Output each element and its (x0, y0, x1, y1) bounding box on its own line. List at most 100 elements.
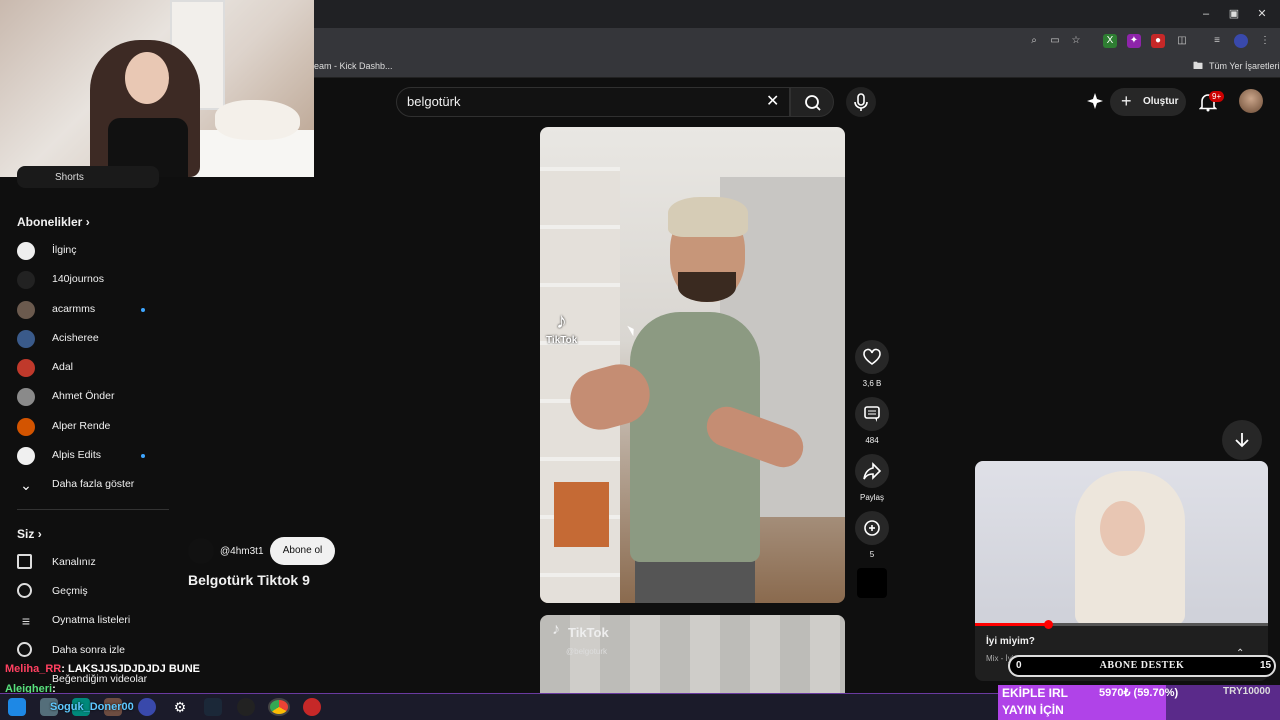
share-label: Paylaş (859, 493, 884, 502)
channel-avatar (17, 418, 35, 436)
sidebar-subscription-acarmms[interactable]: acarmms (17, 297, 167, 323)
account-avatar[interactable] (1239, 89, 1263, 113)
sidebar-subscription-adal[interactable]: Adal (17, 355, 167, 381)
sidebar-subscription-alper-rende[interactable]: Alper Rende (17, 414, 167, 440)
remix-button[interactable] (855, 511, 889, 545)
new-content-dot (141, 308, 145, 312)
share-button[interactable] (855, 454, 889, 488)
sound-thumbnail[interactable] (857, 568, 887, 598)
bookmark-star-icon[interactable]: ☆ (1069, 34, 1083, 48)
subscribe-button[interactable]: Abone ol (270, 537, 335, 565)
search-button[interactable] (790, 87, 834, 117)
sidebar-subscription-ilginc[interactable]: İlginç (17, 238, 167, 264)
search-icon (805, 95, 821, 111)
zoom-icon[interactable]: ⌕ (1027, 34, 1041, 48)
taskbar-app-icon[interactable] (303, 698, 321, 716)
arrow-down-icon (1235, 433, 1249, 448)
chevron-up-icon[interactable]: ⌃ (1236, 648, 1244, 659)
remix-icon (864, 520, 880, 536)
browser-menu-icon[interactable]: ⋮ (1258, 34, 1272, 48)
playlists-icon: ≡ (21, 613, 31, 629)
subscriptions-heading[interactable]: Abonelikler › (17, 215, 90, 229)
taskbar-app-icon[interactable] (138, 698, 156, 716)
sidebar-item-your-channel[interactable]: Kanalınız (17, 550, 167, 576)
gemini-icon[interactable] (1086, 92, 1104, 115)
short-video-player[interactable] (540, 127, 845, 603)
chevron-right-icon: › (85, 215, 90, 229)
extension-x-icon[interactable]: X (1103, 34, 1117, 48)
folder-icon: 🖿 (1193, 61, 1203, 72)
channel-handle[interactable]: @4hm3t1 (220, 546, 264, 557)
close-window-icon[interactable]: ✕ (1254, 6, 1270, 22)
channel-avatar (17, 447, 35, 465)
search-query[interactable]: belgotürk (407, 94, 460, 109)
subscriber-goal-target: 15 (1260, 660, 1272, 671)
next-short-button[interactable] (1222, 420, 1262, 460)
tiktok-logo-icon: ♪ (552, 621, 560, 638)
chevron-right-icon: › (37, 527, 42, 541)
donation-goal-title-line1: EKİPLE IRL (1002, 686, 1069, 700)
donation-goal-progress: 5970₺ (59.70%) (1099, 687, 1179, 699)
donation-goal-title-line2: YAYIN İÇİN (1002, 703, 1064, 717)
channel-avatar (17, 330, 35, 348)
sidebar-item-shorts[interactable]: Shorts (17, 166, 159, 188)
clock-icon (17, 642, 32, 657)
sidebar-divider (17, 509, 169, 510)
sidebar-subscription-acisheree[interactable]: Acisheree (17, 326, 167, 352)
sidebar-subscription-140journos[interactable]: 140journos (17, 267, 167, 293)
channel-avatar (17, 301, 35, 319)
bookmark-kick-dashboard[interactable]: eam - Kick Dashb... (314, 61, 393, 71)
sidebar-subscription-alpis-edits[interactable]: Alpis Edits (17, 443, 167, 469)
share-icon (863, 462, 882, 480)
extension-red-icon[interactable]: ● (1151, 34, 1165, 48)
mini-player-video[interactable] (975, 461, 1268, 625)
taskbar-username: Soguk_Doner00 (50, 701, 134, 713)
channel-avatar (17, 388, 35, 406)
channel-avatar[interactable] (188, 538, 214, 564)
channel-icon (17, 554, 32, 569)
channel-avatar (17, 242, 35, 260)
show-more-button[interactable]: ⌄ Daha fazla göster (17, 472, 167, 498)
media-control-icon[interactable]: ≡ (1210, 34, 1224, 48)
voice-search-button[interactable] (846, 87, 876, 117)
steam-icon[interactable] (204, 698, 222, 716)
chevron-down-icon: ⌄ (20, 477, 32, 493)
start-icon[interactable] (8, 698, 26, 716)
notifications-badge: 9+ (1209, 91, 1225, 102)
sidebar-subscription-ahmet-onder[interactable]: Ahmet Önder (17, 384, 167, 410)
maximize-icon[interactable]: ▣ (1226, 6, 1242, 22)
new-content-dot (141, 454, 145, 458)
sidebar-item-watch-later[interactable]: Daha sonra izle (17, 638, 167, 664)
like-button[interactable] (855, 340, 889, 374)
tiktok-handle: @belgoturk (566, 647, 608, 656)
comments-button[interactable] (855, 397, 889, 431)
profile-icon[interactable] (1234, 34, 1248, 48)
mini-player[interactable] (975, 461, 1268, 681)
minimize-icon[interactable]: – (1198, 6, 1214, 22)
tiktok-logo-icon: ♪ (556, 308, 567, 333)
create-label: Oluştur (1143, 96, 1179, 107)
you-heading[interactable]: Siz › (17, 527, 42, 541)
short-title: Belgotürk Tiktok 9 (188, 572, 310, 588)
sidebar-item-history[interactable]: Geçmiş (17, 579, 167, 605)
tiktok-watermark: TikTok (546, 335, 578, 346)
microphone-icon (854, 93, 868, 111)
extensions-puzzle-icon[interactable]: ◫ (1175, 34, 1189, 48)
mini-player-scrubber[interactable] (1044, 620, 1054, 629)
all-bookmarks[interactable]: Tüm Yer İşaretleri (1209, 61, 1280, 71)
settings-gear-icon[interactable]: ⚙ (171, 698, 189, 716)
history-icon (17, 583, 32, 598)
channel-avatar (17, 359, 35, 377)
extension-purple-icon[interactable]: ✦ (1127, 34, 1141, 48)
channel-avatar (17, 271, 35, 289)
webcam-overlay (0, 0, 314, 177)
sidebar-item-playlists[interactable]: ≡ Oynatma listeleri (17, 608, 167, 634)
obs-icon[interactable] (237, 698, 255, 716)
clear-search-icon[interactable]: ✕ (766, 91, 779, 111)
chrome-icon[interactable] (268, 698, 290, 716)
heart-icon (863, 348, 881, 365)
comment-icon (864, 406, 880, 422)
mini-player-progress-fill (975, 623, 1049, 626)
cast-icon[interactable]: ▭ (1048, 34, 1062, 48)
donation-goal-target: TRY10000 (1223, 686, 1271, 697)
